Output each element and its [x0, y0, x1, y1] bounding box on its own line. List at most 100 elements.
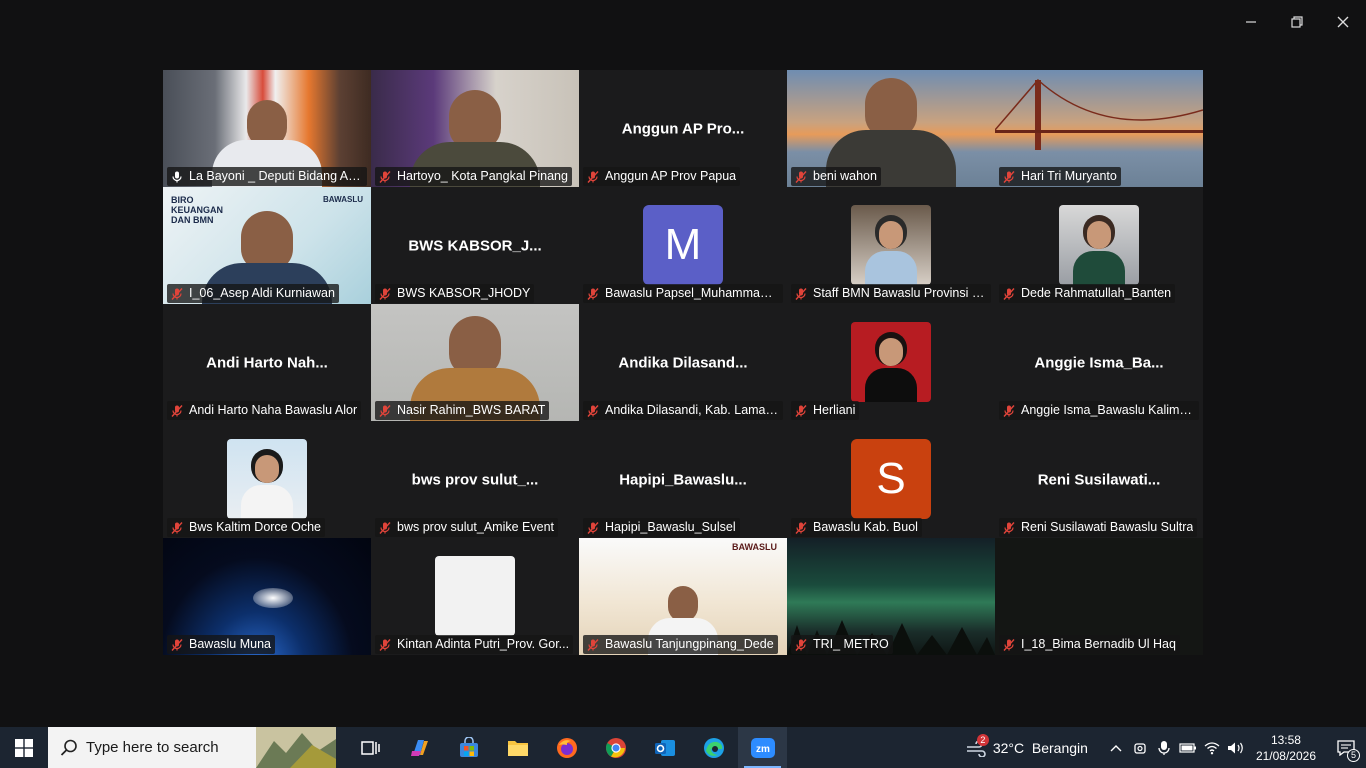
participant-tile[interactable]: Andi Harto Nah... Andi Harto Naha Bawaslu… [163, 304, 371, 421]
participant-tile[interactable]: TRI_ METRO [787, 538, 995, 655]
participant-name-label: Herliani [791, 401, 860, 420]
start-button[interactable] [0, 727, 48, 768]
taskbar-search-box[interactable]: Type here to search [48, 727, 336, 768]
photo-person-body [865, 251, 917, 285]
participant-name-label: Andika Dilasandi, Kab. Laman... [583, 401, 783, 420]
participant-name-label: beni wahon [791, 167, 881, 186]
participant-label-text: Andika Dilasandi, Kab. Laman... [605, 403, 779, 417]
file-explorer-app[interactable] [493, 727, 542, 768]
participant-tile[interactable]: Bawaslu Muna [163, 538, 371, 655]
camera-tray-button[interactable] [1128, 727, 1152, 768]
participant-tile[interactable]: Hartoyo_ Kota Pangkal Pinang [371, 70, 579, 187]
participant-tile-name: Hapipi_Bawaslu... [619, 471, 747, 488]
participant-head [449, 316, 501, 376]
mic-muted-icon [379, 404, 391, 417]
mic-muted-icon [795, 287, 807, 300]
participant-tile[interactable]: Hapipi_Bawaslu... Hapipi_Bawaslu_Sulsel [579, 421, 787, 538]
participant-name-label: Bawaslu Tanjungpinang_Dede [583, 635, 778, 654]
participant-label-text: Reni Susilawati Bawaslu Sultra [1021, 520, 1194, 534]
microphone-tray-button[interactable] [1152, 727, 1176, 768]
photo-person-face [879, 221, 903, 249]
participant-tile[interactable]: Kintan Adinta Putri_Prov. Gor... [371, 538, 579, 655]
folder-icon [507, 740, 528, 756]
weather-button[interactable]: 2 [959, 727, 993, 768]
notification-center-button[interactable]: 5 [1326, 727, 1366, 768]
task-view-button[interactable] [346, 727, 395, 768]
participant-tile[interactable]: Nasir Rahim_BWS BARAT [371, 304, 579, 421]
battery-tray-button[interactable] [1176, 727, 1200, 768]
participant-tile[interactable]: Herliani [787, 304, 995, 421]
participant-label-text: TRI_ METRO [813, 637, 889, 651]
mic-muted-icon [1003, 638, 1015, 651]
profile-photo [435, 556, 515, 636]
firefox-app[interactable] [542, 727, 591, 768]
participant-tile[interactable]: I_18_Bima Bernadib Ul Haq [995, 538, 1203, 655]
participant-tile-name: Andi Harto Nah... [206, 354, 328, 371]
edge-app[interactable] [689, 727, 738, 768]
photo-person-body [865, 368, 917, 402]
participant-tile[interactable]: beni wahon [787, 70, 995, 187]
participant-name-label: Hapipi_Bawaslu_Sulsel [583, 518, 740, 537]
search-highlight-image [256, 727, 336, 768]
participant-label-text: Dede Rahmatullah_Banten [1021, 286, 1172, 300]
participant-tile[interactable]: BWS KABSOR_J... BWS KABSOR_JHODY [371, 187, 579, 304]
mic-muted-icon [587, 287, 599, 300]
participant-label-text: Andi Harto Naha Bawaslu Alor [189, 403, 358, 417]
mic-muted-icon [795, 638, 807, 651]
participant-tile[interactable]: Bws Kaltim Dorce Oche [163, 421, 371, 538]
network-tray-button[interactable] [1200, 727, 1224, 768]
participant-head [668, 586, 698, 622]
microsoft-store-app[interactable] [444, 727, 493, 768]
participant-name-label: Bawaslu Kab. Buol [791, 518, 922, 537]
participant-tile[interactable]: Anggun AP Pro... Anggun AP Prov Papua [579, 70, 787, 187]
participant-tile-name: Andika Dilasand... [618, 354, 748, 371]
participant-tile[interactable]: Anggie Isma_Ba... Anggie Isma_Bawaslu Kal… [995, 304, 1203, 421]
store-icon [459, 736, 478, 757]
weather-text[interactable]: 32°C Berangin [993, 740, 1088, 756]
participant-name-label: bws prov sulut_Amike Event [375, 518, 559, 537]
outlook-app[interactable] [640, 727, 689, 768]
participant-head [865, 78, 917, 138]
participant-tile[interactable]: BIRO KEUANGAN DAN BMN BAWASLU I_06_Asep … [163, 187, 371, 304]
search-icon [60, 739, 77, 756]
mic-muted-icon [379, 521, 391, 534]
participant-name-label: Hari Tri Muryanto [999, 167, 1121, 186]
show-hidden-icons-button[interactable] [1104, 727, 1128, 768]
participant-label-text: Staff BMN Bawaslu Provinsi P... [813, 286, 987, 300]
participant-tile[interactable]: BAWASLU Bawaslu Tanjungpinang_Dede [579, 538, 787, 655]
copilot-app[interactable] [395, 727, 444, 768]
participant-tile[interactable]: Reni Susilawati... Reni Susilawati Bawasl… [995, 421, 1203, 538]
participant-tile[interactable]: M Bawaslu Papsel_Muhammad S... [579, 187, 787, 304]
participant-name-label: Dede Rahmatullah_Banten [999, 284, 1176, 303]
mic-muted-icon [171, 404, 183, 417]
participant-tile[interactable]: Dede Rahmatullah_Banten [995, 187, 1203, 304]
participant-label-text: bws prov sulut_Amike Event [397, 520, 555, 534]
participant-tile[interactable]: Hari Tri Muryanto [995, 70, 1203, 187]
window-controls [1228, 0, 1366, 44]
mic-muted-icon [587, 521, 599, 534]
participant-name-label: Anggun AP Prov Papua [583, 167, 741, 186]
participant-tile[interactable]: bws prov sulut_... bws prov sulut_Amike E… [371, 421, 579, 538]
close-button[interactable] [1320, 0, 1366, 44]
participant-label-text: Herliani [813, 403, 856, 417]
minimize-button[interactable] [1228, 0, 1274, 44]
participant-label-text: Bawaslu Tanjungpinang_Dede [605, 637, 774, 651]
mic-muted-icon [1003, 404, 1015, 417]
mic-muted-icon [587, 638, 599, 651]
zoom-app[interactable]: zm [738, 727, 787, 768]
photo-person-hair [459, 566, 491, 600]
participant-label-text: Bws Kaltim Dorce Oche [189, 520, 321, 534]
participant-name-label: Nasir Rahim_BWS BARAT [375, 401, 550, 420]
battery-icon [1179, 742, 1196, 753]
participant-tile[interactable]: La Bayoni _ Deputi Bidang Ad... [163, 70, 371, 187]
volume-tray-button[interactable] [1224, 727, 1248, 768]
clock-button[interactable]: 13:58 21/08/2026 [1248, 732, 1326, 764]
participant-label-text: I_06_Asep Aldi Kurniawan [189, 286, 335, 300]
participant-tile[interactable]: Andika Dilasand... Andika Dilasandi, Kab.… [579, 304, 787, 421]
copilot-icon [410, 739, 428, 756]
wifi-icon [1204, 741, 1220, 754]
chrome-app[interactable] [591, 727, 640, 768]
participant-tile[interactable]: Staff BMN Bawaslu Provinsi P... [787, 187, 995, 304]
participant-tile[interactable]: S Bawaslu Kab. Buol [787, 421, 995, 538]
restore-button[interactable] [1274, 0, 1320, 44]
